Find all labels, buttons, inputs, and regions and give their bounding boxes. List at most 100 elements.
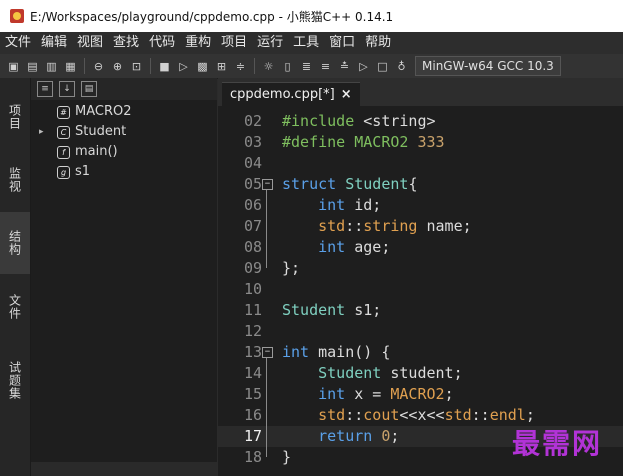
- fullscreen-icon[interactable]: ⊡: [129, 59, 144, 74]
- rail-tab-label: 文件: [7, 294, 22, 320]
- structure-horizontal-scrollbar[interactable]: [31, 462, 217, 476]
- rail-tab-files[interactable]: 文件: [0, 276, 30, 338]
- title-bar: E:/Workspaces/playground/cppdemo.cpp - 小…: [0, 0, 623, 32]
- open-file-icon[interactable]: ▤: [25, 59, 40, 74]
- debug-icon[interactable]: ☼: [261, 59, 276, 74]
- line-number: 03: [243, 133, 262, 151]
- new-file-icon[interactable]: ▣: [6, 59, 21, 74]
- rail-tab-structure[interactable]: 结构: [0, 212, 30, 274]
- tree-item[interactable]: ▸ C Student: [39, 122, 126, 142]
- rebuild-icon[interactable]: ⊞: [214, 59, 229, 74]
- stop-icon[interactable]: ≑: [233, 59, 248, 74]
- collapse-all-icon[interactable]: ≡: [37, 81, 53, 97]
- code-line[interactable]: 03 #define MACRO2 333: [218, 132, 623, 153]
- code-text: int age;: [318, 238, 391, 256]
- menu-search[interactable]: 查找: [108, 32, 144, 54]
- code-line[interactable]: 06 int id;: [218, 195, 623, 216]
- back-icon[interactable]: ⊖: [91, 59, 106, 74]
- code-line[interactable]: 12: [218, 321, 623, 342]
- stop-debug-icon[interactable]: □: [375, 59, 390, 74]
- code-text: #include <string>: [282, 112, 436, 130]
- menu-tools[interactable]: 工具: [288, 32, 324, 54]
- line-number: 14: [243, 364, 262, 382]
- menu-edit[interactable]: 编辑: [36, 32, 72, 54]
- line-number: 02: [243, 112, 262, 130]
- tree-item-label: s1: [75, 164, 91, 179]
- fold-guide: [266, 190, 267, 268]
- tree-item-label: Student: [75, 124, 127, 139]
- function-icon: f: [57, 145, 70, 159]
- class-icon: C: [57, 125, 70, 139]
- rail-tab-label: 试题集: [7, 360, 22, 400]
- run-icon[interactable]: ▷: [176, 59, 191, 74]
- menu-window[interactable]: 窗口: [324, 32, 360, 54]
- structure-toolbar: ≡ ↓ ▤: [31, 78, 217, 100]
- left-tool-rail: 项目 监视 结构 文件 试题集: [0, 78, 31, 476]
- code-line[interactable]: 08 int age;: [218, 237, 623, 258]
- code-line[interactable]: 07 std::string name;: [218, 216, 623, 237]
- tree-item[interactable]: f main(): [57, 142, 118, 162]
- code-line[interactable]: 05− struct Student{: [218, 174, 623, 195]
- show-inherited-icon[interactable]: ▤: [81, 81, 97, 97]
- code-line[interactable]: 14 Student student;: [218, 363, 623, 384]
- menu-run[interactable]: 运行: [252, 32, 288, 54]
- toolbar-separator: [150, 58, 151, 74]
- code-line[interactable]: 13− int main() {: [218, 342, 623, 363]
- tree-item[interactable]: # MACRO2: [57, 102, 132, 122]
- code-line[interactable]: 10: [218, 279, 623, 300]
- toolbar-separator: [84, 58, 85, 74]
- code-line[interactable]: 09};: [218, 258, 623, 279]
- menu-help[interactable]: 帮助: [360, 32, 396, 54]
- compile-icon[interactable]: ■: [157, 59, 172, 74]
- toolbar: ▣ ▤ ▥ ▦ ⊖ ⊕ ⊡ ■ ▷ ▩ ⊞ ≑ ☼ ▯ ≣ ≡ ≛ ▷ □ ♁ …: [0, 54, 623, 79]
- code-line[interactable]: 15 int x = MACRO2;: [218, 384, 623, 405]
- line-number: 07: [243, 217, 262, 235]
- menu-bar: 文件 编辑 视图 查找 代码 重构 项目 运行 工具 窗口 帮助: [0, 32, 623, 54]
- sort-icon[interactable]: ↓: [59, 81, 75, 97]
- line-number: 09: [243, 259, 262, 277]
- close-tab-icon[interactable]: ×: [341, 87, 352, 102]
- menu-refactor[interactable]: 重构: [180, 32, 216, 54]
- forward-icon[interactable]: ⊕: [110, 59, 125, 74]
- code-line[interactable]: 11 Student s1;: [218, 300, 623, 321]
- tree-item-label: MACRO2: [75, 104, 132, 119]
- menu-project[interactable]: 项目: [216, 32, 252, 54]
- line-number: 18: [243, 448, 262, 466]
- save-all-icon[interactable]: ▦: [63, 59, 78, 74]
- step-out-icon[interactable]: ≡: [318, 59, 333, 74]
- tree-item[interactable]: g s1: [57, 162, 90, 182]
- compiler-select[interactable]: MinGW-w64 GCC 10.3: [415, 56, 561, 76]
- fold-toggle-icon[interactable]: −: [262, 347, 273, 358]
- menu-view[interactable]: 视图: [72, 32, 108, 54]
- app-logo-icon: [10, 9, 24, 23]
- code-area[interactable]: 02 #include <string> 03 #define MACRO2 333 0…: [218, 106, 623, 476]
- menu-code[interactable]: 代码: [144, 32, 180, 54]
- toolbar-separator: [254, 58, 255, 74]
- step-into-icon[interactable]: ≣: [299, 59, 314, 74]
- code-line[interactable]: 04: [218, 153, 623, 174]
- save-icon[interactable]: ▥: [44, 59, 59, 74]
- menu-file[interactable]: 文件: [0, 32, 36, 54]
- run-to-cursor-icon[interactable]: ≛: [337, 59, 352, 74]
- rail-tab-project[interactable]: 项目: [0, 86, 30, 148]
- code-text: int x = MACRO2;: [318, 385, 454, 403]
- line-number: 12: [243, 322, 262, 340]
- line-number: 16: [243, 406, 262, 424]
- expand-arrow-icon[interactable]: ▸: [39, 122, 49, 142]
- macro-icon: #: [57, 105, 70, 119]
- compile-run-icon[interactable]: ▩: [195, 59, 210, 74]
- tree-item-label: main(): [75, 144, 118, 159]
- line-number: 04: [243, 154, 262, 172]
- continue-icon[interactable]: ▷: [356, 59, 371, 74]
- code-text: struct Student{: [282, 175, 418, 193]
- rail-tab-watch[interactable]: 监视: [0, 150, 30, 210]
- rail-tab-problemset[interactable]: 试题集: [0, 340, 30, 420]
- global-variable-icon: g: [57, 165, 70, 179]
- code-line[interactable]: 02 #include <string>: [218, 111, 623, 132]
- step-over-icon[interactable]: ▯: [280, 59, 295, 74]
- fold-toggle-icon[interactable]: −: [262, 179, 273, 190]
- add-watch-icon[interactable]: ♁: [394, 59, 409, 74]
- editor-tab[interactable]: cppdemo.cpp[*] ×: [222, 82, 360, 107]
- code-text: }: [282, 448, 292, 466]
- window-title: E:/Workspaces/playground/cppdemo.cpp - 小…: [30, 9, 394, 24]
